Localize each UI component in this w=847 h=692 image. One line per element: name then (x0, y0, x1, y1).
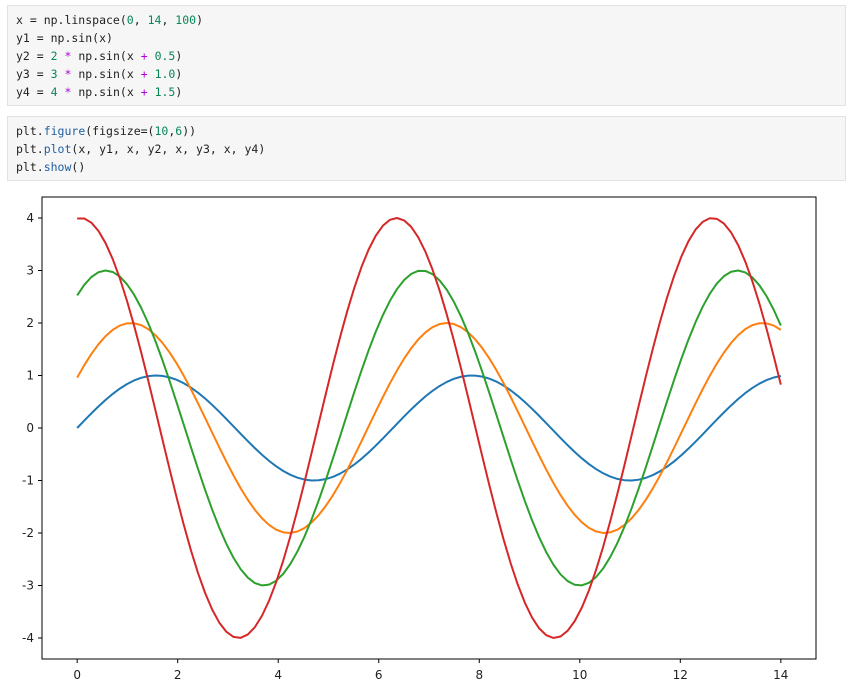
code-cell-plot[interactable]: plt.figure(figsize=(10,6)) plt.plot(x, y1… (7, 116, 846, 181)
x-tick-label: 10 (572, 668, 587, 682)
code-token: () (71, 160, 86, 174)
code-token: , (161, 13, 176, 27)
code-line: plt.figure(figsize=(10,6)) (16, 122, 837, 140)
code-token: 1.0 (154, 67, 176, 81)
code-line: x = np.linspace(0, 14, 100) (16, 11, 837, 29)
x-tick-label: 2 (174, 668, 182, 682)
code-token: plot (43, 142, 72, 156)
y-tick-label: 3 (26, 264, 34, 278)
code-token: 0 (126, 13, 134, 27)
code-token: )) (182, 124, 197, 138)
cell-output: 0 2 4 6 8 10 12 14 -4 -3 -2 -1 0 1 2 3 4 (0, 188, 847, 692)
code-token: + (140, 85, 148, 99)
code-line: y4 = 4 * np.sin(x + 1.5) (16, 83, 837, 101)
y-tick-label: 1 (26, 369, 34, 383)
code-token: ) (175, 85, 183, 99)
code-token: np.sin(x (71, 49, 141, 63)
code-token: 0.5 (154, 49, 176, 63)
code-token: ) (196, 13, 204, 27)
code-token: 2 (50, 49, 58, 63)
code-token: 100 (175, 13, 197, 27)
code-token: , (133, 13, 148, 27)
code-line: y2 = 2 * np.sin(x + 0.5) (16, 47, 837, 65)
y-tick-label: -3 (22, 579, 34, 593)
code-token: 4 (50, 85, 58, 99)
series-line-3 (76, 269, 782, 587)
series-line-2 (76, 322, 782, 534)
y-tick-label: -2 (22, 526, 34, 540)
code-line: y3 = 3 * np.sin(x + 1.0) (16, 65, 837, 83)
x-tick-label: 6 (375, 668, 383, 682)
code-token: ) (175, 49, 183, 63)
y-tick-label: 2 (26, 316, 34, 330)
code-token: np.sin(x (71, 67, 141, 81)
code-token: ) (175, 67, 183, 81)
x-tick-label: 12 (673, 668, 688, 682)
notebook: x = np.linspace(0, 14, 100) y1 = np.sin(x… (0, 0, 847, 692)
code-line: plt.plot(x, y1, x, y2, x, y3, x, y4) (16, 140, 837, 158)
plot-frame (41, 196, 817, 660)
series-line-1 (76, 374, 782, 482)
code-line: plt.show() (16, 158, 837, 176)
code-cell-data[interactable]: x = np.linspace(0, 14, 100) y1 = np.sin(x… (7, 5, 846, 106)
series-layer (76, 217, 782, 639)
code-token: figure (43, 124, 86, 138)
x-tick-label: 0 (73, 668, 81, 682)
y-tick-label: -4 (22, 631, 34, 645)
x-tick-label: 14 (773, 668, 788, 682)
code-token: 10 (154, 124, 169, 138)
code-token: + (140, 49, 148, 63)
code-token: 1.5 (154, 85, 176, 99)
code-token: plt. (16, 142, 44, 156)
code-token: np.sin(x (71, 85, 141, 99)
code-token: 3 (50, 67, 58, 81)
line-chart: 0 2 4 6 8 10 12 14 -4-3-2-101234 (22, 196, 817, 682)
y-tick-label: 4 (26, 211, 34, 225)
code-token: y3 = (16, 67, 51, 81)
x-tick-label: 4 (274, 668, 282, 682)
code-token: 14 (147, 13, 162, 27)
code-token: x = np.linspace( (16, 13, 127, 27)
y-tick-label: -1 (22, 474, 34, 488)
series-line-4 (77, 217, 782, 639)
code-token: + (140, 67, 148, 81)
code-token: (x, y1, x, y2, x, y3, x, y4) (71, 142, 266, 156)
code-line: y1 = np.sin(x) (16, 29, 837, 47)
code-token: (figsize=( (85, 124, 155, 138)
code-token: plt. (16, 124, 44, 138)
y-tick-label: 0 (26, 421, 34, 435)
code-token: plt. (16, 160, 44, 174)
code-token: y2 = (16, 49, 51, 63)
y-axis: -4 -3 -2 -1 0 1 2 3 4 (22, 211, 42, 645)
code-token: show (43, 160, 72, 174)
code-token: y4 = (16, 85, 51, 99)
x-axis: 0 2 4 6 8 10 12 14 (73, 659, 788, 682)
code-token: y1 = np.sin(x) (16, 31, 113, 45)
x-tick-label: 8 (475, 668, 483, 682)
